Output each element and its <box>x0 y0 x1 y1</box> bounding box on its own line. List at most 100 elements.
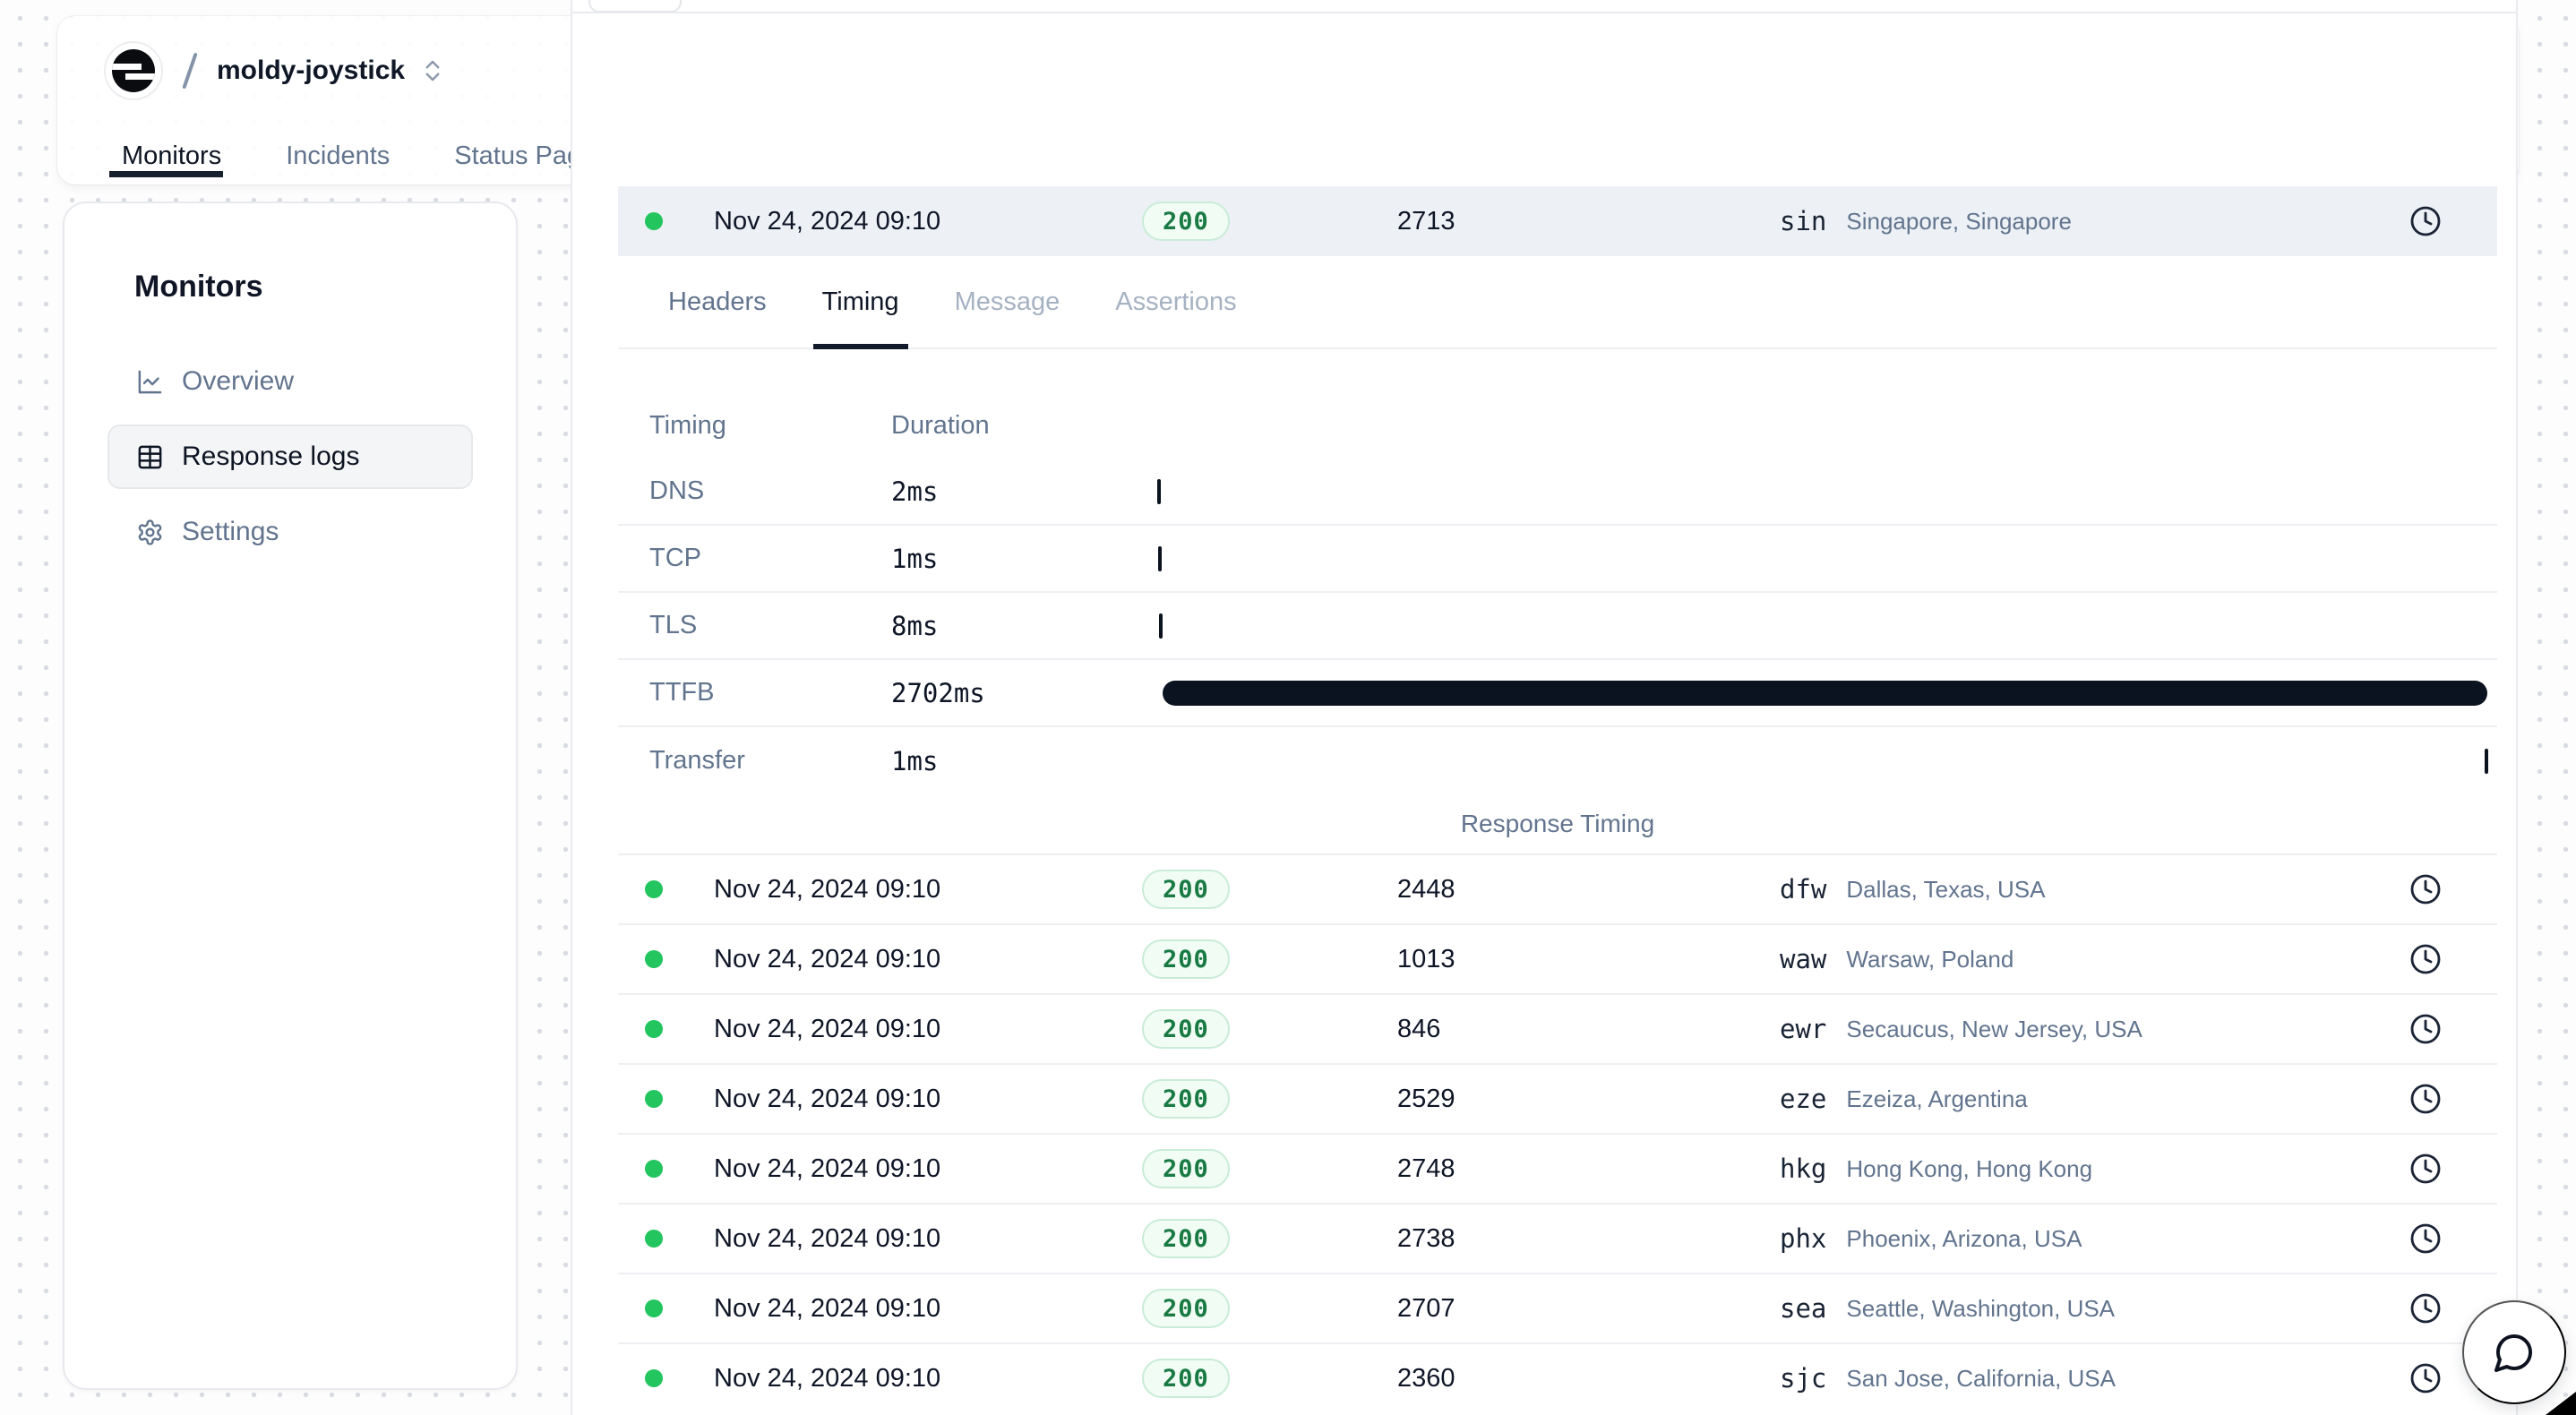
clock-icon <box>2409 1292 2442 1325</box>
timing-details-button[interactable] <box>2409 1153 2442 1185</box>
region-location: Ezeiza, Argentina <box>1846 1085 2027 1113</box>
log-row-waw[interactable]: Nov 24, 2024 09:102001013wawWarsaw, Pola… <box>618 923 2497 993</box>
status-dot <box>645 1299 663 1317</box>
log-region: ewrSecaucus, New Jersey, USA <box>1780 1014 2409 1044</box>
log-row-dfw[interactable]: Nov 24, 2024 09:102002448dfwDallas, Texa… <box>618 853 2497 923</box>
log-timestamp: Nov 24, 2024 09:10 <box>714 207 1142 236</box>
region-code: phx <box>1780 1223 1826 1254</box>
detail-tab-label: Assertions <box>1115 287 1236 317</box>
region-location: Dallas, Texas, USA <box>1846 876 2045 904</box>
chat-bubble-icon <box>2493 1331 2536 1374</box>
sidebar: Monitors Overview Response logs Settings <box>63 202 518 1390</box>
timing-bar <box>1157 479 1161 504</box>
region-code: dfw <box>1780 874 1826 905</box>
status-badge-cell: 200 <box>1142 1359 1397 1398</box>
timing-details-button[interactable] <box>2409 943 2442 975</box>
sidebar-item-settings[interactable]: Settings <box>107 500 473 564</box>
log-latency: 2713 <box>1397 207 1780 236</box>
chevrons-up-down-icon <box>419 57 446 84</box>
timing-duration: 2ms <box>891 476 1157 507</box>
clock-icon <box>2409 1362 2442 1394</box>
tab-incidents[interactable]: Incidents <box>286 127 390 184</box>
log-region: sjcSan Jose, California, USA <box>1780 1363 2409 1394</box>
status-badge: 200 <box>1142 870 1230 909</box>
timing-details-button[interactable] <box>2409 1292 2442 1325</box>
region-location: San Jose, California, USA <box>1846 1365 2116 1393</box>
log-region: wawWarsaw, Poland <box>1780 944 2409 974</box>
detail-tab-timing[interactable]: Timing <box>817 256 905 347</box>
timing-col-phase: Timing <box>618 411 891 441</box>
timing-details-button[interactable] <box>2409 1083 2442 1115</box>
log-timestamp: Nov 24, 2024 09:10 <box>714 1224 1142 1254</box>
log-region: seaSeattle, Washington, USA <box>1780 1293 2409 1324</box>
logs-table: Nov 24, 2024 09:10 200 2713 sin Singapor… <box>618 186 2497 1412</box>
timing-details-button[interactable] <box>2409 1362 2442 1394</box>
log-latency: 2707 <box>1397 1294 1780 1324</box>
tab-monitors[interactable]: Monitors <box>122 127 221 184</box>
scrolled-control-stub[interactable] <box>588 0 682 13</box>
region-code: eze <box>1780 1084 1826 1114</box>
timing-details-button[interactable] <box>2409 1222 2442 1255</box>
region-code: sin <box>1780 206 1826 236</box>
log-region: sin Singapore, Singapore <box>1780 206 2409 236</box>
support-chat-button[interactable] <box>2462 1300 2566 1404</box>
sidebar-nav: Overview Response logs Settings <box>107 349 473 564</box>
timing-phase: Transfer <box>618 746 891 776</box>
page: { "header": { "project_name": "moldy-joy… <box>0 0 2576 1415</box>
clock-icon <box>2409 205 2442 237</box>
detail-tab-label: Message <box>955 287 1060 317</box>
timing-bar <box>1163 681 2487 706</box>
mouse-cursor <box>2546 1392 2576 1415</box>
log-region: eze Ezeiza, Argentina <box>1780 1084 2409 1114</box>
timing-phase: TTFB <box>618 678 891 708</box>
log-region: phxPhoenix, Arizona, USA <box>1780 1223 2409 1254</box>
status-dot <box>645 1020 663 1038</box>
app-logo[interactable] <box>104 41 163 100</box>
sidebar-item-label: Settings <box>182 517 279 547</box>
breadcrumb-slash <box>182 52 197 89</box>
log-row-sea[interactable]: Nov 24, 2024 09:102002707seaSeattle, Was… <box>618 1273 2497 1342</box>
logo-mark-icon <box>112 49 155 92</box>
status-badge: 200 <box>1142 1079 1230 1119</box>
timing-details-button[interactable] <box>2409 873 2442 905</box>
sidebar-item-label: Overview <box>182 366 294 397</box>
table-icon <box>136 443 164 471</box>
status-badge: 200 <box>1142 1219 1230 1258</box>
timing-details-button[interactable] <box>2409 1013 2442 1045</box>
status-badge-cell: 200 <box>1142 939 1397 979</box>
status-badge: 200 <box>1142 1009 1230 1049</box>
clock-icon <box>2409 873 2442 905</box>
project-switcher[interactable] <box>419 57 446 84</box>
log-row-ewr[interactable]: Nov 24, 2024 09:10200846ewrSecaucus, New… <box>618 993 2497 1063</box>
project-name: moldy-joystick <box>217 56 405 86</box>
sidebar-item-overview[interactable]: Overview <box>107 349 473 414</box>
sidebar-title: Monitors <box>134 270 473 304</box>
sidebar-item-response-logs[interactable]: Response logs <box>107 424 473 489</box>
log-timestamp: Nov 24, 2024 09:10 <box>714 945 1142 974</box>
timing-table-header: Timing Duration <box>618 392 2497 459</box>
detail-tab-assertions: Assertions <box>1110 256 1241 347</box>
clock-icon <box>2409 1222 2442 1255</box>
log-region: hkgHong Kong, Hong Kong <box>1780 1153 2409 1184</box>
timing-row-tcp: TCP1ms <box>618 526 2497 593</box>
detail-tab-headers[interactable]: Headers <box>663 256 772 347</box>
timing-bar-track <box>1157 545 2488 572</box>
log-row-selected[interactable]: Nov 24, 2024 09:10 200 2713 sin Singapor… <box>618 186 2497 256</box>
region-code: hkg <box>1780 1153 1826 1184</box>
status-dot <box>645 1160 663 1178</box>
log-latency: 2448 <box>1397 875 1780 905</box>
line-chart-icon <box>136 368 164 396</box>
detail-tabs: Headers Timing Message Assertions <box>618 256 2497 349</box>
log-row-sjc[interactable]: Nov 24, 2024 09:102002360sjcSan Jose, Ca… <box>618 1342 2497 1412</box>
log-row-eze[interactable]: Nov 24, 2024 09:102002529ezeEzeiza, Arge… <box>618 1063 2497 1133</box>
timing-phase: TLS <box>618 611 891 640</box>
status-dot <box>645 880 663 898</box>
tab-label: Incidents <box>286 142 390 171</box>
log-row-phx[interactable]: Nov 24, 2024 09:102002738phxPhoenix, Ari… <box>618 1203 2497 1273</box>
clock-icon <box>2409 1013 2442 1045</box>
timing-rows: DNS2msTCP1msTLS8msTTFB2702msTransfer1ms <box>618 459 2497 794</box>
gear-icon <box>136 519 164 546</box>
tab-label: Monitors <box>122 142 221 171</box>
timing-details-button[interactable] <box>2409 205 2442 237</box>
log-row-hkg[interactable]: Nov 24, 2024 09:102002748hkgHong Kong, H… <box>618 1133 2497 1203</box>
